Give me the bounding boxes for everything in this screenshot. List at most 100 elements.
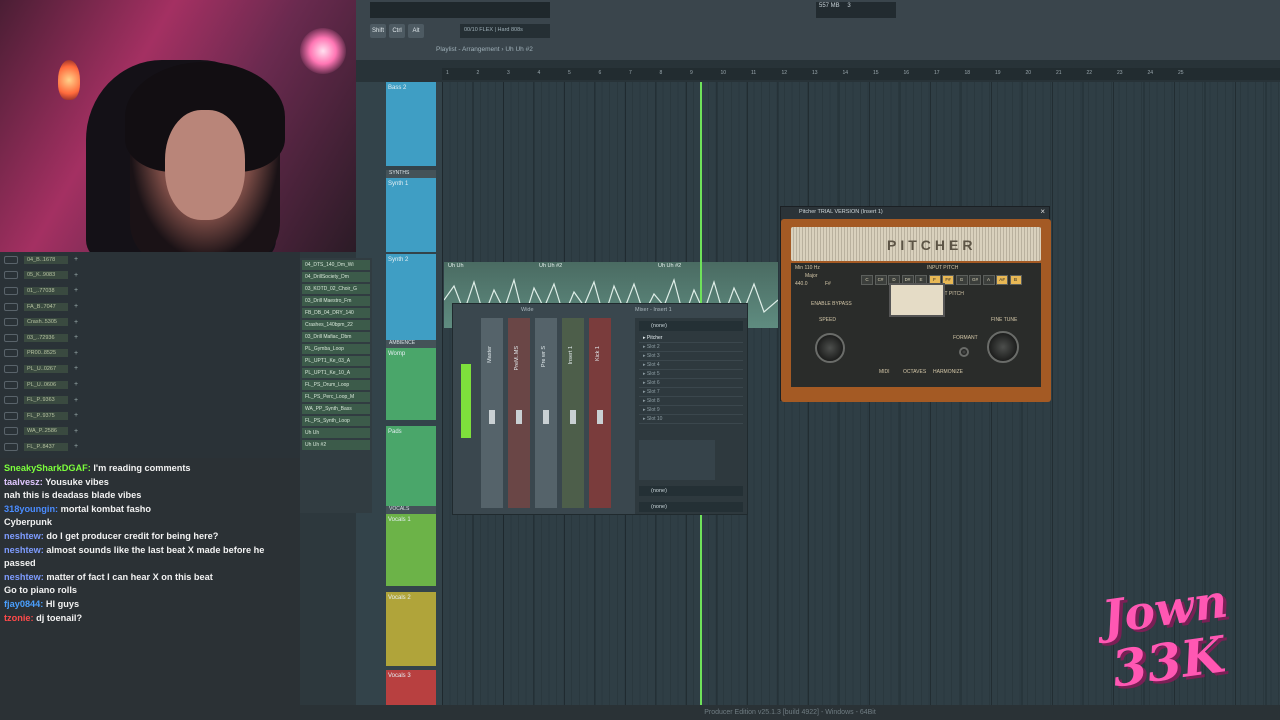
pattern-item[interactable]: Uh Uh #2: [302, 440, 370, 450]
add-icon[interactable]: +: [74, 412, 78, 419]
chat-username[interactable]: taalvesz:: [4, 477, 45, 487]
add-icon[interactable]: +: [74, 256, 78, 263]
mixer-channel[interactable]: Master: [481, 318, 503, 508]
chat-username[interactable]: neshtew:: [4, 572, 46, 582]
chat-username[interactable]: SneakySharkDGAF:: [4, 463, 93, 473]
scale-select[interactable]: Major: [805, 273, 818, 279]
pattern-item[interactable]: 03_Drill Mafiac_Dbm: [302, 332, 370, 342]
browser-item[interactable]: 04_B..1678 +: [0, 252, 300, 268]
mode-midi[interactable]: MIDI: [879, 369, 890, 375]
shift-key[interactable]: Shift: [370, 24, 386, 38]
add-icon[interactable]: +: [74, 381, 78, 388]
track-header[interactable]: Pads: [386, 426, 436, 506]
browser-item[interactable]: FL_P..9363 +: [0, 392, 300, 408]
channel-fader[interactable]: [516, 410, 522, 424]
effect-slot[interactable]: ▸ Slot 4: [639, 362, 743, 370]
effect-slot[interactable]: ▸ Slot 6: [639, 380, 743, 388]
track-header[interactable]: Vocals 1: [386, 514, 436, 586]
mixer-channel[interactable]: Insert 1: [562, 318, 584, 508]
mixer-channel[interactable]: Kick 1: [589, 318, 611, 508]
pattern-item[interactable]: 03_Drill Maestro_Fm: [302, 296, 370, 306]
pattern-item[interactable]: PL_UPT1_Ke_10_A: [302, 368, 370, 378]
track-header[interactable]: Synth 1: [386, 178, 436, 252]
effect-slot[interactable]: ▸ Slot 9: [639, 407, 743, 415]
browser-item[interactable]: 03_..72936 +: [0, 330, 300, 346]
browser-item[interactable]: FL_P..8437 +: [0, 439, 300, 455]
pattern-item[interactable]: FL_PS_Drum_Loop: [302, 380, 370, 390]
add-icon[interactable]: +: [74, 303, 78, 310]
alt-key[interactable]: Alt: [408, 24, 424, 38]
add-icon[interactable]: +: [74, 428, 78, 435]
note-button[interactable]: G#: [969, 275, 981, 285]
channel-fader[interactable]: [489, 410, 495, 424]
timeline-ruler[interactable]: 1 2 3 4 5 6 7 8 9 10 11 12 13 14 15 16 17 18 19 20 21 22 23 24 2…: [442, 68, 1280, 80]
ctrl-key[interactable]: Ctrl: [389, 24, 405, 38]
pattern-item[interactable]: 03_KOTD_02_Choir_G: [302, 284, 370, 294]
track-header[interactable]: Womp: [386, 348, 436, 420]
note-button[interactable]: C#: [874, 275, 887, 285]
note-button[interactable]: A: [982, 275, 995, 285]
note-button[interactable]: G: [955, 275, 968, 285]
pattern-item[interactable]: WA_PP_Synth_Bass: [302, 404, 370, 414]
mode-harmonize[interactable]: HARMONIZE: [933, 369, 963, 375]
pattern-item[interactable]: 04_DrillSociety_Dm: [302, 272, 370, 282]
key-select[interactable]: F#: [825, 281, 831, 287]
add-icon[interactable]: +: [74, 319, 78, 326]
effect-slot[interactable]: ▸ Slot 2: [639, 344, 743, 352]
output-select-1[interactable]: (none): [639, 486, 743, 496]
chat-username[interactable]: 318youngin:: [4, 504, 61, 514]
effect-slot[interactable]: ▸ Slot 3: [639, 353, 743, 361]
note-button[interactable]: B: [1009, 275, 1022, 285]
channel-fader[interactable]: [597, 410, 603, 424]
channel-fader[interactable]: [570, 410, 576, 424]
effect-slot[interactable]: ▸ Slot 8: [639, 398, 743, 406]
mixer-channel[interactable]: Pre wr S: [535, 318, 557, 508]
browser-item[interactable]: PR00..8525 +: [0, 346, 300, 362]
add-icon[interactable]: +: [74, 272, 78, 279]
channel-fader[interactable]: [543, 410, 549, 424]
track-header[interactable]: Bass 2: [386, 82, 436, 166]
fine-tune-knob[interactable]: [987, 331, 1019, 363]
effect-slot[interactable]: ▸ Slot 5: [639, 371, 743, 379]
pattern-item[interactable]: FB_DB_04_DRY_140: [302, 308, 370, 318]
pattern-item[interactable]: FL_PS_Synth_Loop: [302, 416, 370, 426]
browser-item[interactable]: FL_P..9375 +: [0, 408, 300, 424]
pattern-item[interactable]: FL_PS_Perc_Loop_M: [302, 392, 370, 402]
browser-item[interactable]: PL_U..0606 +: [0, 377, 300, 393]
close-icon[interactable]: ×: [1040, 207, 1045, 216]
browser-item[interactable]: PL_U..0267 +: [0, 361, 300, 377]
track-header[interactable]: Vocals 2: [386, 592, 436, 666]
effect-slot[interactable]: ▸ Slot 10: [639, 416, 743, 424]
effect-slot[interactable]: ▸ Slot 7: [639, 389, 743, 397]
track-header[interactable]: Synth 2: [386, 254, 436, 340]
browser-item[interactable]: Crash..5305 +: [0, 314, 300, 330]
pattern-item[interactable]: PL_Gymba_Loop: [302, 344, 370, 354]
tuning-readout[interactable]: 440.0: [795, 281, 808, 287]
mode-octaves[interactable]: OCTAVES: [903, 369, 926, 375]
add-icon[interactable]: +: [74, 397, 78, 404]
browser-item[interactable]: WA_P..2586 +: [0, 424, 300, 440]
add-icon[interactable]: +: [74, 287, 78, 294]
output-select-2[interactable]: (none): [639, 502, 743, 512]
note-button[interactable]: C: [861, 275, 873, 285]
add-icon[interactable]: +: [74, 443, 78, 450]
browser-item[interactable]: FA_B..7047 +: [0, 299, 300, 315]
effect-slot[interactable]: ▸ Pitcher: [639, 335, 743, 343]
chat-username[interactable]: tzonie:: [4, 613, 36, 623]
pattern-item[interactable]: PL_UPT1_Ke_03_A: [302, 356, 370, 366]
note-button[interactable]: A#: [996, 275, 1008, 285]
add-icon[interactable]: +: [74, 334, 78, 341]
pattern-item[interactable]: Crashes_140bpm_22: [302, 320, 370, 330]
chat-username[interactable]: neshtew:: [4, 545, 46, 555]
add-icon[interactable]: +: [74, 365, 78, 372]
chat-username[interactable]: neshtew:: [4, 531, 46, 541]
input-select[interactable]: (none): [639, 321, 743, 331]
pattern-item[interactable]: 04_DTS_140_Dm_Wi: [302, 260, 370, 270]
add-icon[interactable]: +: [74, 350, 78, 357]
browser-item[interactable]: 05_K..9083 +: [0, 268, 300, 284]
mixer-channel[interactable]: PreM..MS: [508, 318, 530, 508]
formant-knob[interactable]: [959, 347, 969, 357]
track-header[interactable]: Vocals 3: [386, 670, 436, 705]
speed-knob[interactable]: [815, 333, 845, 363]
chat-username[interactable]: fjay0844:: [4, 599, 46, 609]
